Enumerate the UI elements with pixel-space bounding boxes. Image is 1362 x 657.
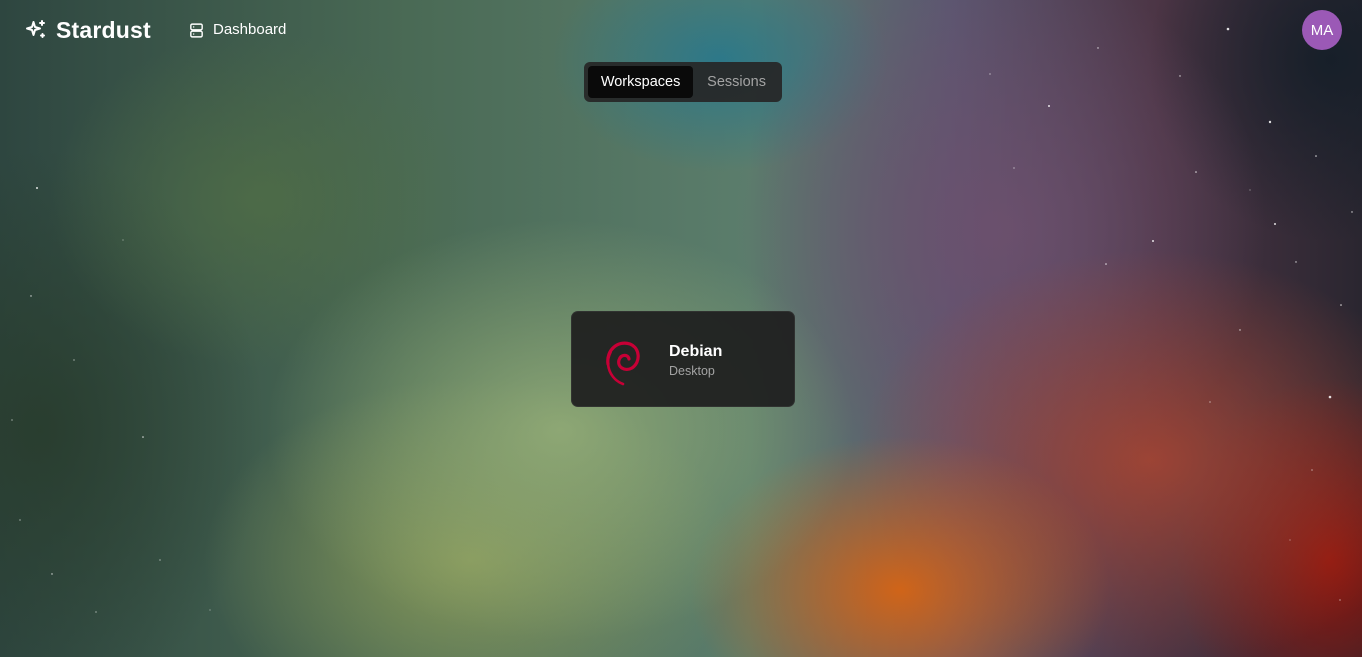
tab-workspaces[interactable]: Workspaces [588, 66, 694, 98]
debian-logo-icon [600, 334, 644, 386]
nav-dashboard-link[interactable]: Dashboard [188, 18, 286, 42]
server-icon [188, 22, 205, 39]
workspace-card-text: Debian Desktop [669, 342, 722, 379]
tab-sessions[interactable]: Sessions [695, 66, 778, 98]
brand-logo-link[interactable]: Stardust [24, 14, 151, 46]
nav-dashboard-label: Dashboard [213, 21, 287, 38]
top-navigation-bar: Stardust Dashboard MA [0, 0, 1362, 60]
user-avatar[interactable]: MA [1302, 10, 1342, 50]
workspace-type: Desktop [669, 364, 715, 378]
sparkles-icon [24, 18, 48, 42]
view-tabs: Workspaces Sessions [584, 62, 782, 102]
workspace-card-debian[interactable]: Debian Desktop [571, 311, 795, 407]
workspace-name: Debian [669, 343, 723, 360]
brand-name: Stardust [56, 17, 151, 43]
